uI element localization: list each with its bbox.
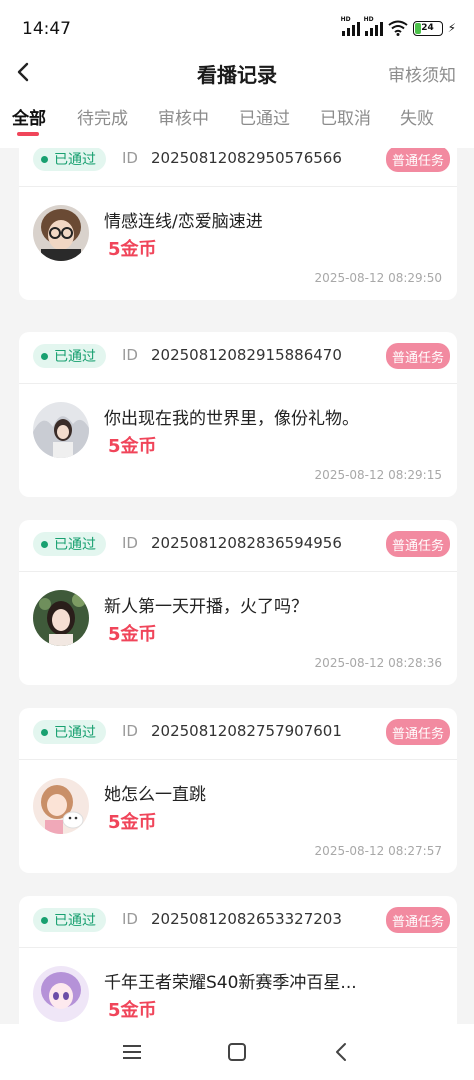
review-notice-link[interactable]: 审核须知 [388,61,456,86]
reward-amount: 5金币 [108,624,157,645]
record-card[interactable]: 已通过 ID 20250812082836594956 普通任务 新人第一天开播… [19,520,457,685]
status-badge: 已通过 [33,344,106,368]
reward-amount: 5金币 [108,436,157,457]
record-id: 20250812082836594956 [151,534,342,552]
record-card[interactable]: 已通过 ID 20250812082950576566 普通任务 情感连线/恋爱… [19,148,457,300]
task-type-tag: 普通任务 [385,343,450,369]
task-type-tag: 普通任务 [385,719,450,745]
tab-all[interactable]: 全部 [12,104,46,129]
tab-approved[interactable]: 已通过 [239,104,290,129]
status-badge: 已通过 [33,720,106,744]
status-icons: HD HD 24 ⚡ [341,16,456,36]
task-type-tag: 普通任务 [385,148,450,172]
room-title: 情感连线/恋爱脑速进 [104,212,263,232]
signal-hd-label-2: HD [363,16,374,23]
home-icon[interactable] [225,1040,249,1064]
signal-hd-label: HD [340,16,351,23]
status-text: 已通过 [54,152,96,168]
room-title: 你出现在我的世界里，像份礼物。 [104,409,359,429]
record-card-header: 已通过 ID 20250812082757907601 普通任务 [19,708,457,760]
status-text: 已通过 [54,913,96,929]
record-card[interactable]: 已通过 ID 20250812082915886470 普通任务 你出现在我的世… [19,332,457,497]
status-bar: 14:47 HD HD 24 ⚡ [0,0,474,56]
reward-amount: 5金币 [108,812,157,833]
battery-level: 24 [421,23,434,33]
signal-icon: HD [341,16,360,36]
record-id: 20250812082950576566 [151,149,342,167]
room-title: 新人第一天开播，火了吗？ [104,597,308,617]
record-card[interactable]: 已通过 ID 20250812082757907601 普通任务 她怎么一直跳 … [19,708,457,873]
reward-amount: 5金币 [108,239,157,260]
record-id: 20250812082757907601 [151,722,342,740]
status-text: 已通过 [54,725,96,741]
tab-pending[interactable]: 待完成 [77,104,128,129]
record-card[interactable]: 已通过 ID 20250812082653327203 普通任务 千年王者荣耀S… [19,896,457,1024]
record-card-header: 已通过 ID 20250812082653327203 普通任务 [19,896,457,948]
status-badge: 已通过 [33,148,106,171]
signal-icon-2: HD [364,16,383,36]
system-nav-bar [0,1024,474,1080]
status-badge: 已通过 [33,532,106,556]
room-title: 她怎么一直跳 [104,785,206,805]
wifi-icon [387,20,408,36]
status-badge: 已通过 [33,908,106,932]
avatar [33,590,89,646]
tab-reviewing[interactable]: 审核中 [158,104,209,129]
avatar [33,778,89,834]
top-area: 14:47 HD HD 24 ⚡ 看播记录 审核须知 全部 待完成 审核中 已通… [0,0,474,148]
room-title: 千年王者荣耀S40新赛季冲百星... [104,973,357,993]
avatar [33,205,89,261]
record-time: 2025-08-12 08:29:15 [314,468,442,482]
status-time: 14:47 [22,19,71,39]
task-type-tag: 普通任务 [385,907,450,933]
id-label: ID [122,910,138,928]
record-card-header: 已通过 ID 20250812082950576566 普通任务 [19,148,457,187]
record-id: 20250812082915886470 [151,346,342,364]
tab-cancelled[interactable]: 已取消 [320,104,371,129]
id-label: ID [122,722,138,740]
task-type-tag: 普通任务 [385,531,450,557]
record-card-header: 已通过 ID 20250812082915886470 普通任务 [19,332,457,384]
record-id: 20250812082653327203 [151,910,342,928]
id-label: ID [122,149,138,167]
record-list: 已通过 ID 20250812082950576566 普通任务 情感连线/恋爱… [0,148,474,1024]
status-text: 已通过 [54,537,96,553]
record-time: 2025-08-12 08:29:50 [314,271,442,285]
tab-bar: 全部 待完成 审核中 已通过 已取消 失败 [0,104,474,140]
status-text: 已通过 [54,349,96,365]
back-nav-icon[interactable] [330,1040,354,1064]
avatar [33,402,89,458]
nav-bar: 看播记录 审核须知 [0,50,474,94]
avatar [33,966,89,1022]
reward-amount: 5金币 [108,1000,157,1021]
active-tab-indicator [17,132,39,136]
charging-icon: ⚡ [447,21,456,35]
id-label: ID [122,534,138,552]
battery-icon: 24 [412,20,443,36]
record-card-header: 已通过 ID 20250812082836594956 普通任务 [19,520,457,572]
id-label: ID [122,346,138,364]
record-time: 2025-08-12 08:27:57 [314,844,442,858]
menu-icon[interactable] [120,1040,144,1064]
tab-failed[interactable]: 失败 [400,104,434,129]
record-time: 2025-08-12 08:28:36 [314,656,442,670]
